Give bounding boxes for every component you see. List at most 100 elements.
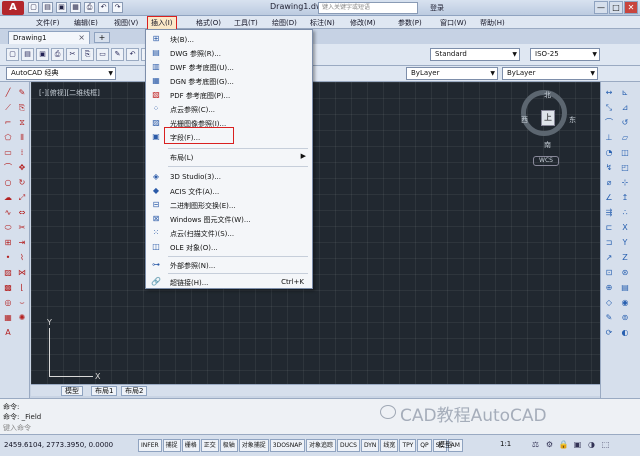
isolate-icon[interactable]: ◑ <box>586 439 597 451</box>
viewcube-top-face[interactable]: 上 <box>541 110 555 126</box>
ucs-object-icon[interactable]: ◫ <box>619 148 631 159</box>
close-button[interactable]: ✕ <box>624 1 638 14</box>
command-input[interactable]: 键入命令 <box>3 423 31 433</box>
ucs-previous-icon[interactable]: ↺ <box>619 118 631 129</box>
erase-icon[interactable]: ✎ <box>16 88 28 99</box>
polyline-icon[interactable]: ⌐ <box>2 118 14 129</box>
menu-item-3d-studio[interactable]: ◈ 3D Studio(3)... <box>146 170 312 184</box>
ucs-icon[interactable]: ⊾ <box>619 88 631 99</box>
toggle-qp[interactable]: QP <box>417 439 432 452</box>
view-icon[interactable]: ◉ <box>619 298 631 309</box>
visual-style-icon[interactable]: ◐ <box>619 328 631 339</box>
trim-icon[interactable]: ✂ <box>16 223 28 234</box>
menu-item-acis[interactable]: ◆ ACIS 文件(A)... <box>146 184 312 198</box>
maximize-button[interactable]: □ <box>609 1 623 14</box>
menu-edit[interactable]: 编辑(E) <box>74 18 98 28</box>
text-style-select[interactable]: Standard ▼ <box>430 48 520 61</box>
region-icon[interactable]: ◎ <box>2 298 14 309</box>
dim-radius-icon[interactable]: ◔ <box>603 148 615 159</box>
ucs-world-icon[interactable]: ⊿ <box>619 103 631 114</box>
ucs-3point-icon[interactable]: ∴ <box>619 208 631 219</box>
insert-block-icon[interactable]: ⊞ <box>2 238 14 249</box>
compass-west[interactable]: 西 <box>521 115 528 125</box>
table-icon[interactable]: ▦ <box>2 313 14 324</box>
xline-icon[interactable]: ⟋ <box>2 103 14 114</box>
menu-modify[interactable]: 修改(M) <box>350 18 376 28</box>
tab-drawing1[interactable]: Drawing1 × <box>8 31 90 44</box>
tab-close-icon[interactable]: × <box>78 32 85 44</box>
polygon-icon[interactable]: ⬠ <box>2 133 14 144</box>
lock-icon[interactable]: 🔒 <box>558 439 569 451</box>
circle-icon[interactable]: ○ <box>2 178 14 189</box>
dim-update-icon[interactable]: ⟳ <box>603 328 615 339</box>
cut-icon[interactable]: ✂ <box>66 48 79 61</box>
toggle-dyn[interactable]: DYN <box>360 439 380 452</box>
compass-north[interactable]: 北 <box>544 90 551 100</box>
menu-item-block[interactable]: ⊞ 块(B)... <box>146 32 312 46</box>
join-icon[interactable]: ⋈ <box>16 268 28 279</box>
toggle-tpy[interactable]: TPY <box>399 439 417 452</box>
spline-icon[interactable]: ∿ <box>2 208 14 219</box>
dim-continue-icon[interactable]: ⊐ <box>603 238 615 249</box>
mtext-icon[interactable]: A <box>2 328 14 339</box>
linetype-select[interactable]: ByLayer ▼ <box>502 67 598 80</box>
open-icon[interactable]: ▤ <box>21 48 34 61</box>
new-icon[interactable]: ▢ <box>28 2 39 13</box>
orbit-icon[interactable]: ⊚ <box>619 313 631 324</box>
match-icon[interactable]: ✎ <box>111 48 124 61</box>
chamfer-icon[interactable]: ⌊ <box>16 283 28 294</box>
workspace-switch-icon[interactable]: ⚙ <box>544 439 555 451</box>
dim-diameter-icon[interactable]: ⌀ <box>603 178 615 189</box>
menu-item-hyperlink[interactable]: 🔗 超链接(H)... Ctrl+K <box>146 275 312 289</box>
menu-item-point-cloud-scan[interactable]: ⁙ 点云(扫描文件)(S)... <box>146 226 312 240</box>
redo-icon[interactable]: ↷ <box>112 2 123 13</box>
coordinates-readout[interactable]: 2459.6104, 2773.3950, 0.0000 <box>4 441 113 449</box>
autocad-logo-icon[interactable]: A <box>2 1 24 15</box>
menu-window[interactable]: 窗口(W) <box>440 18 466 28</box>
menu-item-dwf-underlay[interactable]: ▥ DWF 参考底图(U)... <box>146 60 312 74</box>
paste-icon[interactable]: ▭ <box>96 48 109 61</box>
viewport-controls[interactable]: [-][俯视][二维线框] <box>39 88 100 98</box>
toggle-osnap[interactable]: 对象捕捉 <box>238 439 269 452</box>
new-icon[interactable]: ▢ <box>6 48 19 61</box>
line-icon[interactable]: ╱ <box>2 88 14 99</box>
toggle-grid[interactable]: 栅格 <box>181 439 200 452</box>
menu-item-dwg-reference[interactable]: ▤ DWG 参照(R)... <box>146 46 312 60</box>
leader-icon[interactable]: ↗ <box>603 253 615 264</box>
array-icon[interactable]: ⁞ <box>16 148 28 159</box>
menu-tools[interactable]: 工具(T) <box>234 18 258 28</box>
menu-item-xref[interactable]: ⊶ 外部参照(N)... <box>146 258 312 272</box>
compass-east[interactable]: 东 <box>569 115 576 125</box>
new-tab-button[interactable]: + <box>94 32 110 43</box>
menu-draw[interactable]: 绘图(D) <box>272 18 297 28</box>
undo-icon[interactable]: ↶ <box>126 48 139 61</box>
dim-style-select[interactable]: ISO-25 ▼ <box>530 48 600 61</box>
layer-color-select[interactable]: ByLayer ▼ <box>406 67 498 80</box>
menu-dimension[interactable]: 标注(N) <box>310 18 335 28</box>
dim-aligned-icon[interactable]: ⤡ <box>603 103 615 114</box>
menu-view[interactable]: 视图(V) <box>114 18 138 28</box>
dim-linear-icon[interactable]: ↔ <box>603 88 615 99</box>
gradient-icon[interactable]: ▩ <box>2 283 14 294</box>
login-link[interactable]: 登录 <box>430 3 444 13</box>
ucs-face-icon[interactable]: ▱ <box>619 133 631 144</box>
menu-file[interactable]: 文件(F) <box>36 18 60 28</box>
tolerance-icon[interactable]: ⊡ <box>603 268 615 279</box>
tab-model[interactable]: 模型 <box>61 386 83 396</box>
dim-edit-icon[interactable]: ✎ <box>603 313 615 324</box>
explode-icon[interactable]: ✺ <box>16 313 28 324</box>
toggle-snap[interactable]: 捕捉 <box>162 439 181 452</box>
cloud-icon[interactable]: ☁ <box>2 193 14 204</box>
toggle-3dosnap[interactable]: 3DOSNAP <box>269 439 305 452</box>
ucs-apply-icon[interactable]: ⊛ <box>619 268 631 279</box>
named-ucs-icon[interactable]: ▤ <box>619 283 631 294</box>
fillet-icon[interactable]: ⌣ <box>16 298 28 309</box>
open-icon[interactable]: ▤ <box>42 2 53 13</box>
menu-item-layout[interactable]: 布局(L) ▶ <box>146 150 312 164</box>
save-icon[interactable]: ▣ <box>36 48 49 61</box>
toggle-infer[interactable]: INFER <box>138 439 162 452</box>
menu-item-windows-metafile[interactable]: ⊠ Windows 图元文件(W)... <box>146 212 312 226</box>
menu-item-ole-object[interactable]: ◫ OLE 对象(O)... <box>146 240 312 254</box>
menu-item-point-cloud-ref[interactable]: ⁘ 点云参照(C)... <box>146 102 312 116</box>
menu-insert[interactable]: 插入(I) <box>147 16 177 30</box>
